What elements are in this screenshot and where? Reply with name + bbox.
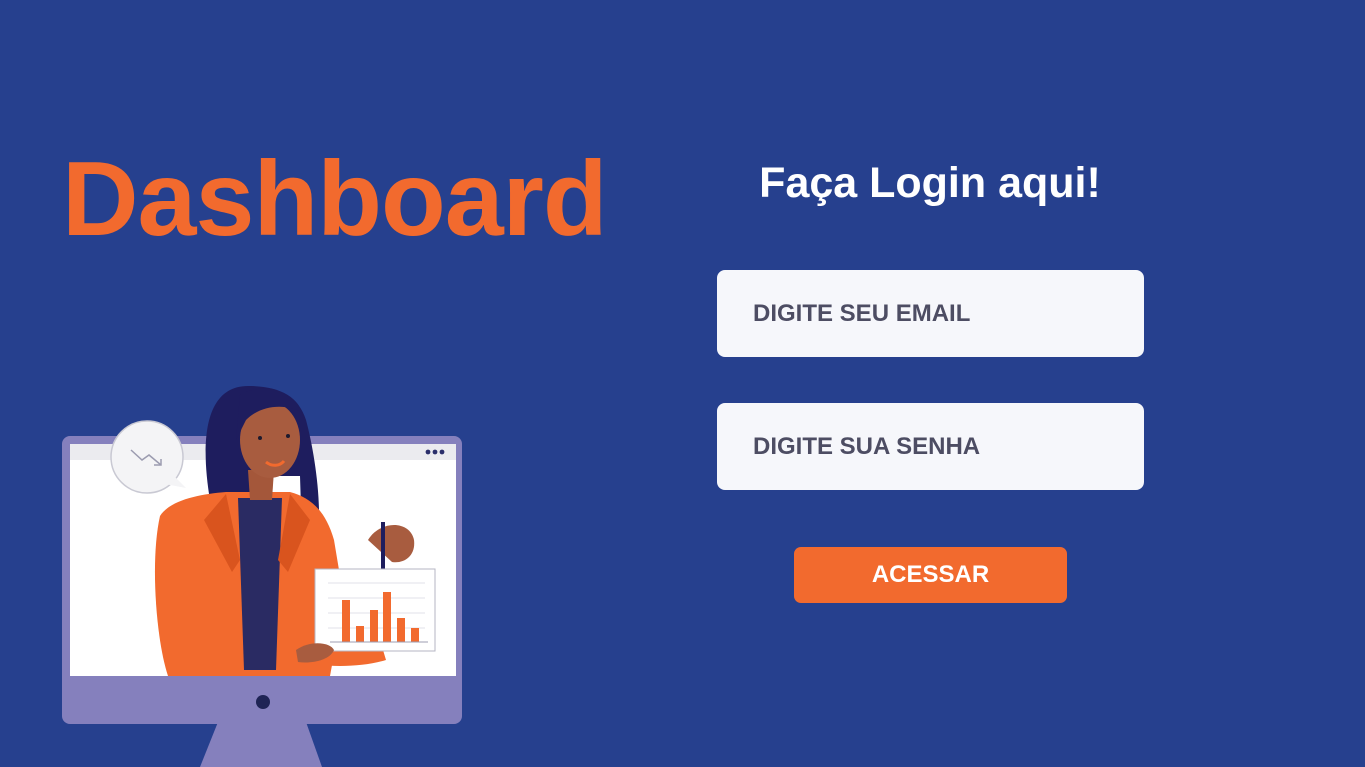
login-page: Dashboard Faça Login aqui! DIGITE SEU EM…	[0, 0, 1365, 767]
woman-presenting-chart-icon	[62, 386, 462, 767]
email-field[interactable]	[717, 270, 1144, 357]
submit-button[interactable]: ACESSAR	[794, 547, 1067, 603]
login-title: Faça Login aqui!	[759, 159, 1101, 207]
brand-title: Dashboard	[62, 140, 608, 258]
password-field[interactable]	[717, 403, 1144, 490]
